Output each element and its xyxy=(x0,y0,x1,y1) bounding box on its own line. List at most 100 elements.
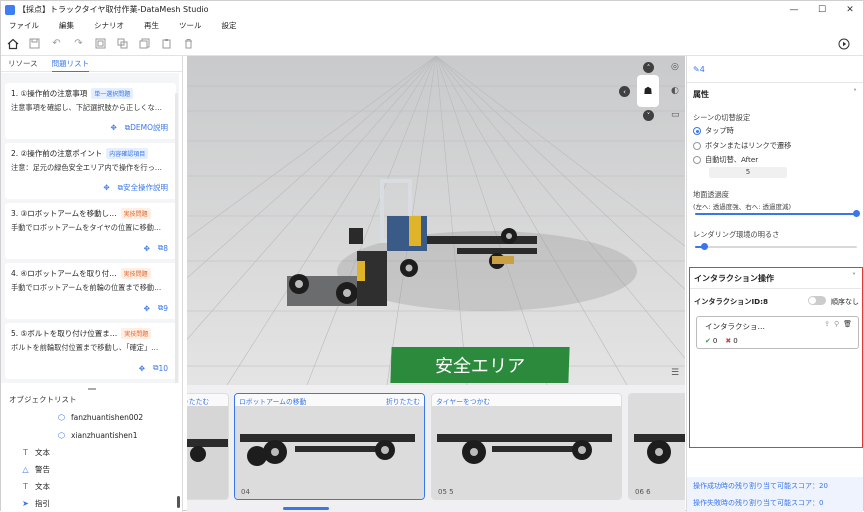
object-item[interactable]: ⬡ xianzhuantishen1 xyxy=(57,431,138,440)
group-icon[interactable] xyxy=(94,37,107,50)
camera-down-icon[interactable]: ˅ xyxy=(643,110,654,121)
minimize-button[interactable]: — xyxy=(781,1,807,18)
radio-button-link[interactable]: ボタンまたはリンクで遷移 xyxy=(693,141,791,151)
panel-splitter[interactable] xyxy=(1,386,183,392)
auto-switch-seconds-input[interactable]: 5 xyxy=(709,167,787,178)
render-slider-handle[interactable] xyxy=(701,243,708,250)
move-icon[interactable]: ✥ xyxy=(103,183,109,192)
ground-slider-fill xyxy=(695,213,857,215)
scene-slide[interactable]: タイヤーをつかむ 05 5 xyxy=(431,393,622,500)
list-view-icon[interactable]: ☰ xyxy=(671,368,682,379)
scene-slide[interactable]: 06 6 xyxy=(628,393,685,500)
scene-slide[interactable]: りたたむ xyxy=(187,393,229,500)
floor-grid xyxy=(187,56,685,385)
menu-settings[interactable]: 設定 xyxy=(222,20,237,31)
question-list: 1. ①操作前の注意事項 単一選択問題 注意事項を確認し、下記選択肢から正しくな…… xyxy=(1,73,179,383)
menu-edit[interactable]: 編集 xyxy=(59,20,74,31)
play-icon[interactable] xyxy=(837,37,850,50)
question-link[interactable]: DEMO説明 xyxy=(130,122,168,133)
scene-viewport[interactable]: ˄ ‹ ˅ ☗ ◎ ◐ ▭ ☰ 安全エリア xyxy=(187,56,685,385)
question-list-scrollbar[interactable] xyxy=(175,93,178,383)
object-item-label: 文本 xyxy=(35,482,50,491)
filmstrip-scrollbar[interactable] xyxy=(283,507,329,510)
paste-icon[interactable] xyxy=(160,37,173,50)
trash-icon[interactable]: 🗑 xyxy=(843,320,852,328)
question-type-badge: 内容確認項目 xyxy=(106,148,149,159)
slide-thumbnail xyxy=(235,394,424,499)
chevron-down-icon[interactable]: ˅ xyxy=(852,272,856,281)
question-card[interactable]: 4. ④ロボットアームを取り付… 実技問題 手動でロボットアームを前輪の位置まで移… xyxy=(5,263,176,319)
filter-icon[interactable]: ⚲ xyxy=(834,320,839,328)
menu-tools[interactable]: ツール xyxy=(179,20,202,31)
guide-icon: ➤ xyxy=(22,499,29,508)
question-link[interactable]: 8 xyxy=(163,244,168,253)
undo-icon[interactable]: ↶ xyxy=(50,37,63,50)
camera-left-icon[interactable]: ‹ xyxy=(619,86,630,97)
slide-number: 06 6 xyxy=(635,488,651,496)
radio-label: 自動切替、After xyxy=(705,155,759,164)
move-icon[interactable]: ✥ xyxy=(139,364,145,373)
move-icon[interactable]: ✥ xyxy=(144,304,150,313)
question-link[interactable]: 9 xyxy=(163,304,168,313)
question-desc: 手動でロボットアームを前輪の位置まで移動… xyxy=(11,283,162,292)
object-item-label: fanzhuantishen002 xyxy=(71,413,144,422)
question-card[interactable]: 1. ①操作前の注意事項 単一選択問題 注意事項を確認し、下記選択肢から正しくな…… xyxy=(5,83,176,139)
screenshot-icon[interactable]: ◎ xyxy=(671,62,681,72)
render-slider-track[interactable] xyxy=(695,246,857,248)
tab-resources[interactable]: リソース xyxy=(8,56,38,72)
question-link[interactable]: 10 xyxy=(158,364,168,373)
menu-play[interactable]: 再生 xyxy=(144,20,159,31)
upload-icon[interactable]: ⇪ xyxy=(824,320,830,328)
question-type-badge: 単一選択問題 xyxy=(91,88,134,99)
move-icon[interactable]: ✥ xyxy=(144,244,150,253)
fail-icon: ✖ xyxy=(725,337,732,345)
question-card[interactable]: 3. ③ロボットアームを移動し… 実技問題 手動でロボットアームをタイヤの位置に移… xyxy=(5,203,176,259)
ground-slider-handle[interactable] xyxy=(853,210,860,217)
interaction-card[interactable]: インタラクショ… ⇪ ⚲ 🗑 ✔ 0 ✖ 0 xyxy=(696,316,859,349)
redo-icon[interactable]: ↷ xyxy=(72,37,85,50)
radio-auto[interactable]: 自動切替、After xyxy=(693,155,758,165)
chevron-up-icon[interactable]: ˄ xyxy=(853,88,857,97)
object-item[interactable]: ⬡ fanzhuantishen002 xyxy=(57,413,143,422)
copy-icon[interactable] xyxy=(138,37,151,50)
radio-label: ボタンまたはリンクで遷移 xyxy=(705,141,792,150)
close-button[interactable]: ✕ xyxy=(837,1,863,18)
maximize-button[interactable]: ☐ xyxy=(809,1,835,18)
collapse-link[interactable]: 折りたたむ xyxy=(386,396,420,406)
scene-slide-selected[interactable]: ロボットアームの移動 折りたたむ 04 xyxy=(234,393,425,500)
question-card[interactable]: 5. ⑤ボルトを取り付け位置ま… 実技問題 ボルトを前輪取付位置まで移動し、「確定… xyxy=(5,323,176,379)
reset-view-icon[interactable]: ◐ xyxy=(671,86,681,96)
render-brightness-label: レンダリング環境の明るさ xyxy=(693,230,780,239)
radio-label: タップ時 xyxy=(705,126,734,135)
radio-tap[interactable]: タップ時 xyxy=(693,126,734,136)
display-icon[interactable]: ▭ xyxy=(671,110,681,120)
radio-icon xyxy=(693,142,701,150)
slide-title: タイヤーをつかむ xyxy=(436,398,491,406)
object-item[interactable]: T 文本 xyxy=(21,447,50,458)
object-item[interactable]: ➤ 指引 xyxy=(21,498,50,509)
menu-scenario[interactable]: シナリオ xyxy=(94,20,124,31)
question-card[interactable]: 2. ②操作前の注意ポイント 内容確認項目 注意：足元の緑色安全エリア内で操作を行… xyxy=(5,143,176,199)
object-list-header: オブジェクトリスト xyxy=(9,395,77,404)
success-icon: ✔ xyxy=(705,337,711,345)
delete-icon[interactable] xyxy=(182,37,195,50)
camera-up-icon[interactable]: ˄ xyxy=(643,62,654,73)
view-cube-icon[interactable]: ☗ xyxy=(637,75,659,107)
tab-question-list[interactable]: 問題リスト xyxy=(51,56,90,72)
save-icon[interactable] xyxy=(28,37,41,50)
ungroup-icon[interactable] xyxy=(116,37,129,50)
menu-file[interactable]: ファイル xyxy=(9,20,39,31)
question-title: 1. ①操作前の注意事項 xyxy=(11,89,88,98)
fail-score-label: 操作失敗時の残り割り当て可能スコア： xyxy=(693,499,819,507)
object-item[interactable]: T 文本 xyxy=(21,481,50,492)
home-icon[interactable] xyxy=(6,37,19,50)
attributes-title: 属性 xyxy=(693,90,709,99)
object-list-scrollbar[interactable] xyxy=(177,496,180,508)
object-item[interactable]: △ 警告 xyxy=(21,464,50,475)
question-link[interactable]: 安全操作説明 xyxy=(123,182,168,193)
move-icon[interactable]: ✥ xyxy=(110,123,116,132)
fail-score-value: 0 xyxy=(819,499,824,507)
order-toggle[interactable] xyxy=(808,296,826,305)
question-type-badge: 実技問題 xyxy=(120,268,151,279)
edit-counter[interactable]: ✎ 4 xyxy=(693,65,705,74)
